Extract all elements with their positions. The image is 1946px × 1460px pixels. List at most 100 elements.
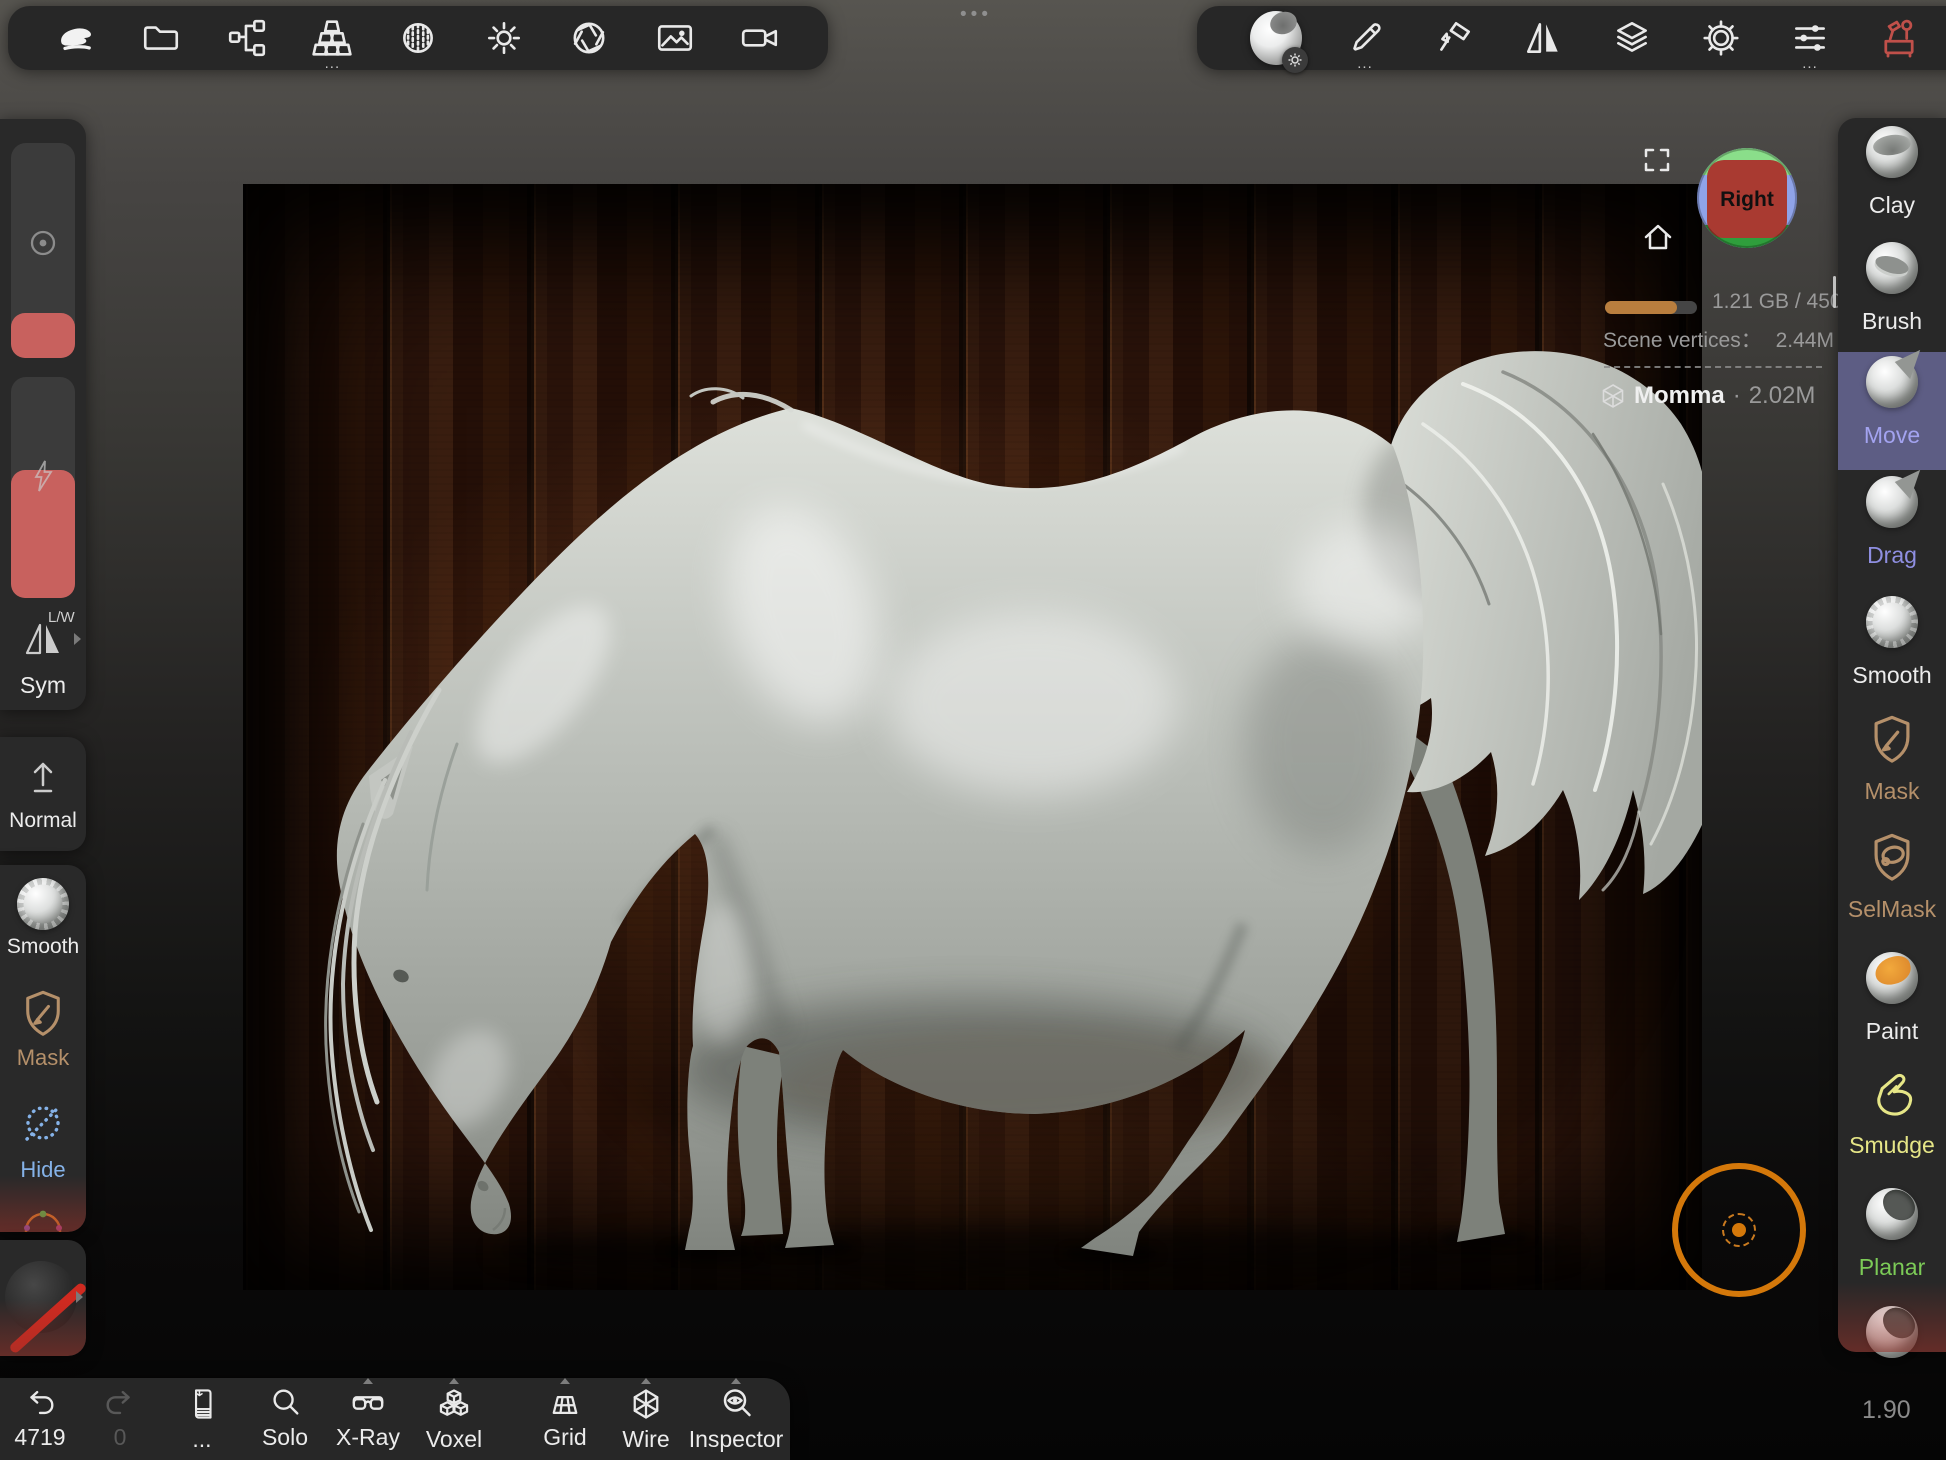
gizmo-tool-peek-icon[interactable]	[21, 1209, 65, 1232]
aperture-icon	[568, 17, 610, 59]
quick-hide-icon[interactable]	[20, 1101, 66, 1147]
material-button[interactable]	[392, 12, 444, 64]
xray-glasses-icon	[349, 1386, 387, 1420]
orientation-gizmo[interactable]: Right	[1694, 145, 1800, 251]
symmetry-expand-caret[interactable]	[74, 633, 81, 645]
history-button[interactable]: ...	[160, 1386, 244, 1451]
toggle-inspector[interactable]: Inspector	[686, 1386, 786, 1451]
top-overflow-dots[interactable]: •••	[948, 4, 1004, 26]
wireframe-sphere-icon	[1600, 383, 1626, 409]
scene-vertices: Scene vertices： 2.44M	[1603, 324, 1834, 354]
settings-button[interactable]	[1695, 12, 1747, 64]
tool-move[interactable]: Move	[1838, 352, 1946, 470]
tool-planar-label: Planar	[1859, 1254, 1925, 1281]
symmetry-icon[interactable]	[19, 619, 67, 659]
quick-hide-label[interactable]: Hide	[0, 1157, 86, 1183]
tool-paint-label: Paint	[1866, 1018, 1918, 1045]
toggle-solo-label: Solo	[262, 1425, 308, 1449]
matcap-material-button[interactable]	[1250, 12, 1302, 64]
postprocess-button[interactable]	[563, 12, 615, 64]
smudge-hand-icon	[1868, 1070, 1916, 1118]
sliders-more-indicator: ...	[1802, 60, 1818, 68]
tool-smudge[interactable]: Smudge	[1838, 1066, 1946, 1184]
layers-button[interactable]	[1606, 12, 1658, 64]
scene-vertices-value: 2.44M	[1776, 329, 1834, 352]
home-view-icon[interactable]	[1642, 221, 1674, 253]
brush-cursor-dot	[1732, 1223, 1746, 1237]
toggle-wire[interactable]: Wire	[606, 1386, 686, 1451]
background-button[interactable]	[649, 12, 701, 64]
bake-ingots-button[interactable]: ...	[306, 12, 358, 64]
tool-drag[interactable]: Drag	[1838, 472, 1946, 590]
alpha-panel[interactable]	[0, 1240, 86, 1356]
grid-icon	[547, 1386, 583, 1420]
tool-smooth[interactable]: Smooth	[1838, 592, 1946, 710]
quick-mask-shield-icon[interactable]	[20, 989, 66, 1037]
scene-vertices-label: Scene vertices：	[1603, 329, 1762, 352]
tool-move-label: Move	[1864, 422, 1920, 449]
paint-settings-button[interactable]	[1428, 12, 1480, 64]
toggle-grid[interactable]: Grid	[524, 1386, 606, 1449]
undo-count: 4719	[14, 1425, 65, 1449]
quick-mask-label[interactable]: Mask	[0, 1045, 86, 1071]
selmask-shield-icon	[1868, 832, 1916, 882]
redo-button[interactable]: 0	[80, 1386, 160, 1449]
toggle-xray[interactable]: X-Ray	[326, 1386, 410, 1449]
symmetry-label[interactable]: Sym	[0, 672, 86, 699]
nomad-logo-button[interactable]	[50, 12, 102, 64]
adjust-sliders-icon	[1789, 17, 1831, 59]
files-button[interactable]	[135, 12, 187, 64]
falloff-label: Normal	[0, 809, 86, 833]
toggle-voxel[interactable]: Voxel	[410, 1386, 498, 1451]
alpha-none-slash	[8, 1281, 86, 1354]
ingots-more-indicator: ...	[325, 60, 341, 68]
radius-slider-handle[interactable]	[11, 313, 75, 358]
tool-selmask[interactable]: SelMask	[1838, 828, 1946, 946]
selected-object-row[interactable]: Momma · 2.02M	[1600, 382, 1815, 410]
symmetry-button[interactable]	[1517, 12, 1569, 64]
scene-graph-button[interactable]	[221, 12, 273, 64]
falloff-panel[interactable]: Normal	[0, 737, 86, 851]
brush-sphere-icon	[1866, 242, 1918, 294]
fullscreen-icon[interactable]	[1643, 146, 1671, 174]
matcap-gear-badge	[1282, 47, 1308, 73]
horse-sculpture[interactable]	[243, 184, 1702, 1290]
alpha-expand-caret[interactable]	[76, 1291, 83, 1303]
undo-button[interactable]: 4719	[0, 1386, 80, 1449]
xray-caret-icon	[363, 1378, 373, 1384]
alpha-none-sphere[interactable]	[5, 1261, 77, 1333]
object-dot: ·	[1733, 382, 1741, 410]
quick-smooth-label[interactable]: Smooth	[0, 935, 86, 959]
planar-sphere-icon	[1866, 1188, 1918, 1240]
tool-clay[interactable]: Clay	[1838, 122, 1946, 240]
tool-brush[interactable]: Brush	[1838, 238, 1946, 356]
toggle-solo[interactable]: Solo	[244, 1386, 326, 1449]
gear-mini-icon	[1287, 52, 1303, 68]
drag-sphere-icon	[1866, 476, 1918, 528]
toggle-grid-label: Grid	[543, 1425, 586, 1449]
nomad-logo-icon	[54, 16, 98, 60]
solo-magnifier-icon	[268, 1386, 302, 1420]
voxel-cubes-icon	[436, 1386, 472, 1422]
toolbox-button[interactable]	[1873, 12, 1925, 64]
quick-smooth-sphere[interactable]	[17, 878, 69, 930]
scene-graph-icon	[226, 17, 268, 59]
stroke-pencil-button[interactable]: ...	[1339, 12, 1391, 64]
tool-next-partial[interactable]	[1838, 1302, 1946, 1420]
inspector-caret-icon	[731, 1378, 741, 1384]
tool-drag-label: Drag	[1867, 542, 1917, 569]
lighting-button[interactable]	[478, 12, 530, 64]
tool-planar[interactable]: Planar	[1838, 1184, 1946, 1302]
turntable-button[interactable]	[734, 12, 786, 64]
tool-mask[interactable]: Mask	[1838, 710, 1946, 828]
interface-sliders-button[interactable]: ...	[1784, 12, 1836, 64]
redo-count: 0	[114, 1425, 127, 1449]
video-camera-icon	[739, 17, 781, 59]
top-right-toolbar: ...	[1197, 6, 1946, 70]
stats-separator	[1604, 366, 1822, 368]
quick-tools-panel: Smooth Mask Hide	[0, 865, 86, 1232]
clay-sphere-icon	[1866, 126, 1918, 178]
symmetry-mirror-icon	[1522, 17, 1564, 59]
paint-brush-icon	[1433, 17, 1475, 59]
tool-paint[interactable]: Paint	[1838, 948, 1946, 1066]
